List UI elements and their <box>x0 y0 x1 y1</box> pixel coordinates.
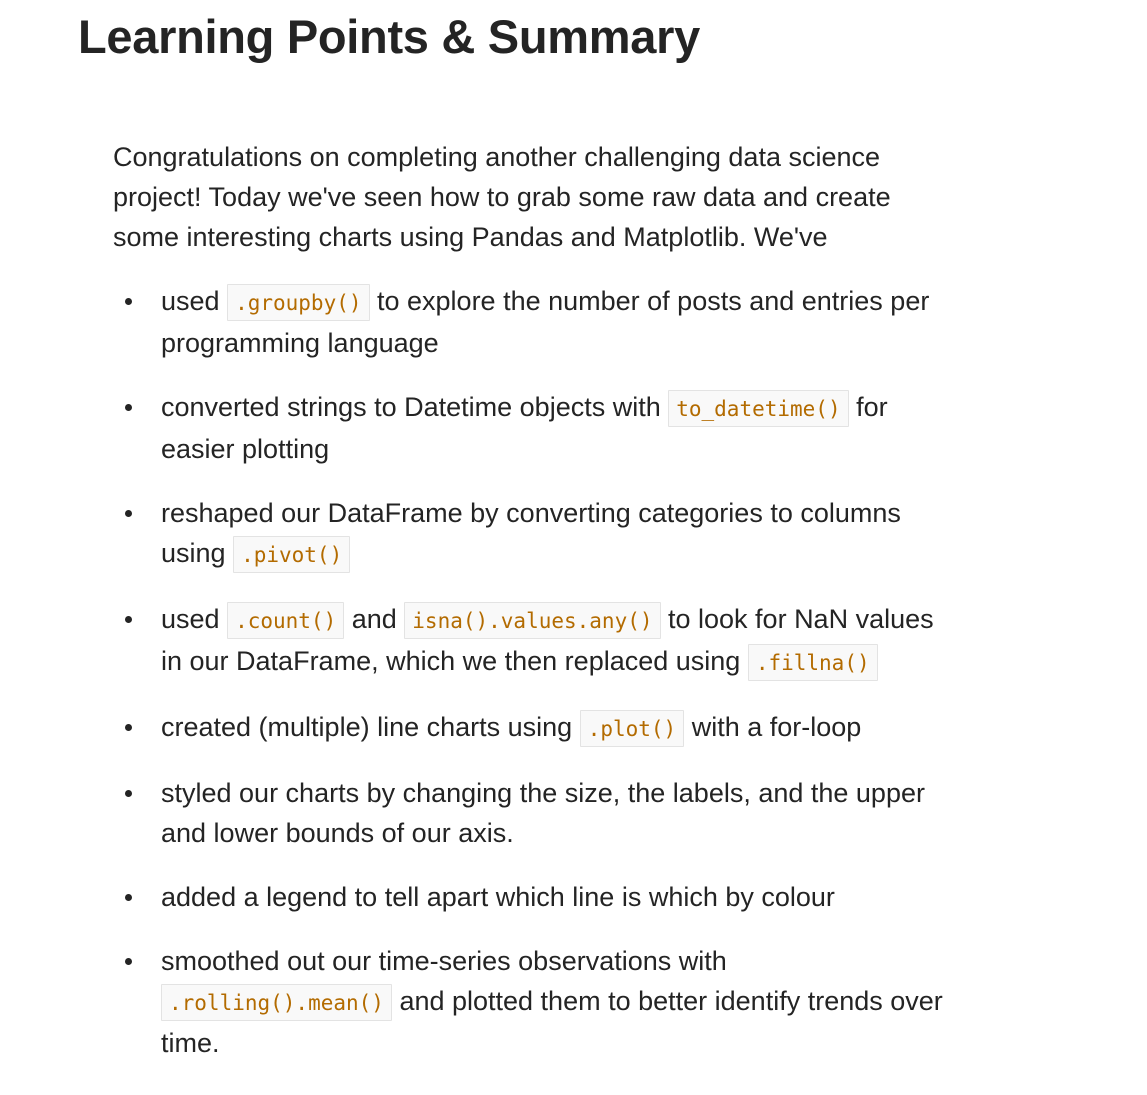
bullet-icon <box>125 298 132 305</box>
section-heading: Learning Points & Summary <box>78 10 700 63</box>
item-text: smoothed out our time-series observation… <box>161 946 727 976</box>
list-item: added a legend to tell apart which line … <box>113 877 943 917</box>
list-item: converted strings to Datetime objects wi… <box>113 387 943 469</box>
list-item: used .groupby() to explore the number of… <box>113 281 943 363</box>
inline-code: to_datetime() <box>668 390 849 427</box>
inline-code: .fillna() <box>747 644 878 681</box>
item-text: used <box>161 286 228 316</box>
inline-code: isna().values.any() <box>404 602 661 639</box>
list-item: created (multiple) line charts using .pl… <box>113 707 943 749</box>
bullet-icon <box>125 510 132 517</box>
inline-code: .pivot() <box>233 536 351 573</box>
bullet-icon <box>125 894 132 901</box>
intro-paragraph: Congratulations on completing another ch… <box>113 142 891 252</box>
bullet-icon <box>125 724 132 731</box>
inline-code: .plot() <box>579 710 685 747</box>
inline-code: .groupby() <box>227 284 370 321</box>
learning-points-list: used .groupby() to explore the number of… <box>113 281 943 1063</box>
list-item: used .count() and isna().values.any() to… <box>113 599 943 683</box>
list-item: styled our charts by changing the size, … <box>113 773 943 853</box>
bullet-icon <box>125 616 132 623</box>
article-section: Learning Points & Summary Congratulation… <box>0 0 1147 1095</box>
bullet-icon <box>125 790 132 797</box>
inline-code: .rolling().mean() <box>161 984 392 1021</box>
list-item: smoothed out our time-series observation… <box>113 941 943 1063</box>
item-text: added a legend to tell apart which line … <box>161 882 835 912</box>
item-text: created (multiple) line charts using <box>161 712 580 742</box>
item-text: converted strings to Datetime objects wi… <box>161 392 669 422</box>
item-text: used <box>161 604 228 634</box>
list-item: reshaped our DataFrame by converting cat… <box>113 493 943 575</box>
item-text: styled our charts by changing the size, … <box>161 778 925 848</box>
bullet-icon <box>125 958 132 965</box>
item-text: with a for-loop <box>684 712 862 742</box>
bullet-icon <box>125 404 132 411</box>
item-text: and <box>344 604 405 634</box>
section-content: Congratulations on completing another ch… <box>113 137 943 1087</box>
inline-code: .count() <box>227 602 345 639</box>
